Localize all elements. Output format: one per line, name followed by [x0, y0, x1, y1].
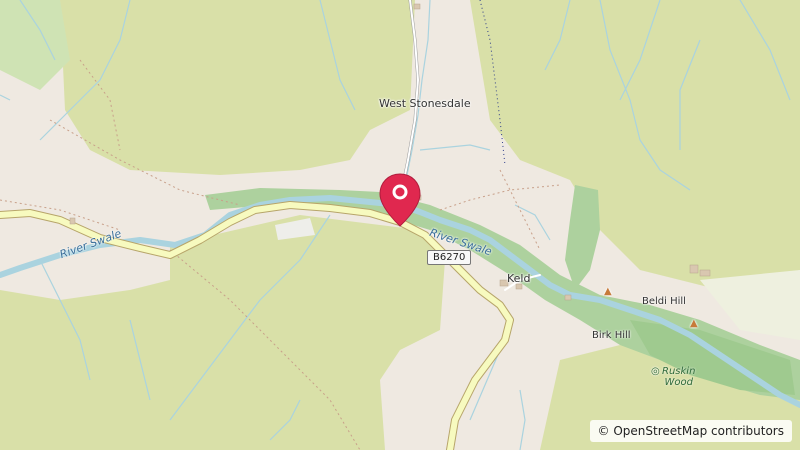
wood-poi-icon: ◎	[651, 366, 660, 377]
place-label-west-stonesdale: West Stonesdale	[379, 97, 471, 110]
map-view[interactable]: West Stonesdale Keld River Swale River S…	[0, 0, 800, 450]
peak-icon: ▲	[604, 286, 612, 297]
location-marker-icon[interactable]	[378, 172, 422, 228]
peak-label-birk-hill: Birk Hill	[592, 330, 631, 341]
map-attribution[interactable]: © OpenStreetMap contributors	[589, 420, 792, 442]
place-label-keld: Keld	[507, 272, 531, 285]
road-shield-b6270: B6270	[427, 250, 472, 265]
peak-label-beldi-hill: Beldi Hill	[642, 296, 686, 307]
moorland-area	[0, 280, 175, 450]
wood-label-ruskin: Ruskin Wood	[662, 366, 696, 388]
peak-icon: ▲	[690, 318, 698, 329]
